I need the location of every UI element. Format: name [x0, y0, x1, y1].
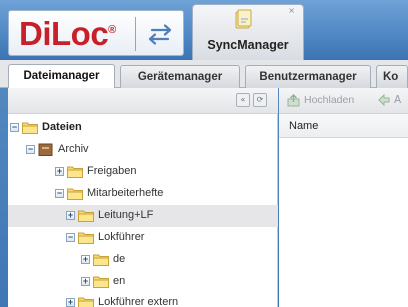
- folder-icon: [22, 122, 38, 134]
- tree-item-archiv[interactable]: − Archiv: [8, 139, 278, 161]
- arrows-swap-icon[interactable]: [144, 24, 176, 46]
- download-icon: [378, 94, 390, 106]
- close-icon[interactable]: ×: [288, 6, 295, 15]
- tree-toolbar: « ⟳: [8, 88, 278, 114]
- archive-icon: [38, 143, 53, 156]
- collapse-toggle-icon[interactable]: −: [26, 145, 35, 154]
- logo-divider: [135, 17, 136, 51]
- toolbar-next-label: A: [394, 94, 402, 106]
- folder-icon: [78, 297, 94, 307]
- expand-toggle-icon[interactable]: +: [81, 255, 90, 264]
- folder-icon: [78, 210, 94, 222]
- logo: DiLoc®: [8, 10, 184, 56]
- upload-icon: [287, 94, 300, 107]
- tree-item-label: Archiv: [58, 143, 89, 155]
- tab-geraetemanager[interactable]: Gerätemanager: [120, 65, 240, 88]
- tree-item-label: Dateien: [42, 121, 82, 133]
- tree-item-label: Leitung+LF: [98, 209, 154, 221]
- column-header-name[interactable]: Name: [289, 120, 318, 132]
- table-header: Name: [279, 114, 408, 138]
- tree-item-de[interactable]: + de: [8, 249, 278, 271]
- main-tab-bar: Dateimanager Gerätemanager Benutzermanag…: [0, 60, 408, 89]
- sync-folder-icon: [235, 9, 252, 29]
- folder-icon: [67, 166, 83, 178]
- folder-icon: [78, 232, 94, 244]
- tree-item-label: de: [113, 253, 126, 265]
- tab-ko[interactable]: Ko: [376, 65, 408, 88]
- tree-item-label: Freigaben: [87, 165, 137, 177]
- tree-item-label: Lokführer: [98, 231, 145, 243]
- folder-icon: [93, 276, 109, 288]
- folder-icon: [67, 188, 83, 200]
- refresh-button[interactable]: ⟳: [253, 93, 267, 107]
- tab-dateimanager[interactable]: Dateimanager: [8, 64, 115, 89]
- collapse-toggle-icon[interactable]: −: [66, 233, 75, 242]
- registered-mark: ®: [108, 24, 116, 36]
- expand-toggle-icon[interactable]: +: [66, 211, 75, 220]
- tree-item-label: Mitarbeiterhefte: [87, 187, 164, 199]
- collapse-toggle-icon[interactable]: −: [10, 123, 19, 132]
- tree-item-en[interactable]: + en: [8, 271, 278, 293]
- collapse-toggle-icon[interactable]: −: [55, 189, 64, 198]
- tab-syncmanager[interactable]: × SyncManager: [192, 4, 304, 60]
- tree-item-label: en: [113, 275, 126, 287]
- expand-toggle-icon[interactable]: +: [81, 277, 90, 286]
- upload-label: Hochladen: [304, 94, 355, 106]
- app-header: DiLoc® × SyncManager: [0, 0, 408, 60]
- file-toolbar: Hochladen A: [279, 88, 408, 114]
- file-list-pane: Hochladen A Name: [279, 88, 408, 307]
- tree-item-lokfuehrer-extern[interactable]: + Lokführer extern: [8, 292, 278, 307]
- tree-item-freigaben[interactable]: + Freigaben: [8, 161, 278, 183]
- folder-tree-pane: « ⟳ − Dateien − Archiv + Freigaben − Mit…: [8, 88, 278, 307]
- tab-label: SyncManager: [207, 38, 289, 52]
- tree-item-label: Lokführer extern: [98, 296, 179, 307]
- tree-item-leitung-lf[interactable]: + Leitung+LF: [8, 205, 278, 227]
- tree-item-mitarbeiterhefte[interactable]: − Mitarbeiterhefte: [8, 183, 278, 205]
- folder-icon: [93, 254, 109, 266]
- logo-text: DiLoc®: [19, 15, 116, 52]
- collapse-all-button[interactable]: «: [236, 93, 250, 107]
- tree-item-lokfuehrer[interactable]: − Lokführer: [8, 227, 278, 249]
- tree-item-dateien[interactable]: − Dateien: [8, 117, 278, 139]
- expand-toggle-icon[interactable]: +: [55, 167, 64, 176]
- tab-benutzermanager[interactable]: Benutzermanager: [245, 65, 371, 88]
- expand-toggle-icon[interactable]: +: [66, 298, 75, 307]
